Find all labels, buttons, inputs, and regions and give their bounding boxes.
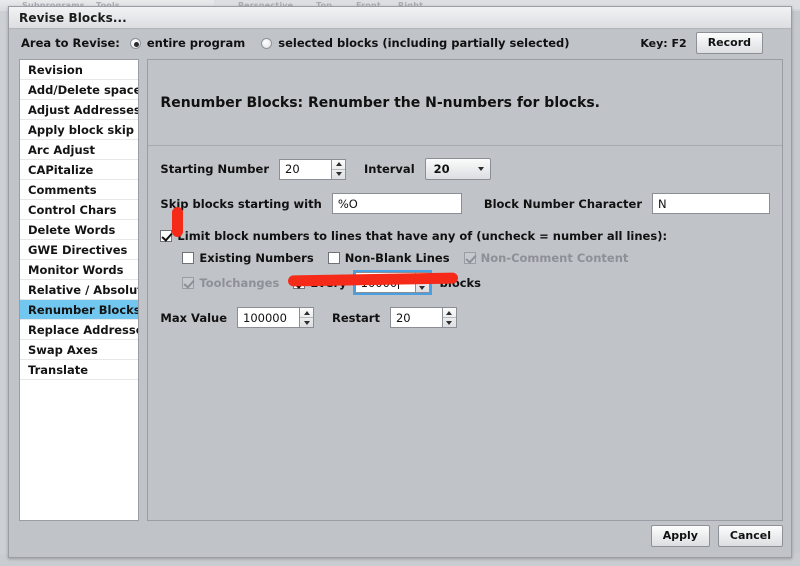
sidebar-item-label: Comments (28, 182, 97, 197)
max-value-spin-up[interactable] (300, 308, 314, 318)
sidebar-item-relative-absolute[interactable]: Relative / Absolute (20, 280, 140, 300)
max-value-input[interactable]: 100000 (237, 307, 300, 328)
sidebar-item-label: Replace Addresses (28, 322, 140, 337)
sidebar-item-label: Delete Words (28, 222, 116, 237)
limit-block-numbers-label: Limit block numbers to lines that have a… (177, 229, 668, 243)
sidebar-item-label: Monitor Words (28, 262, 124, 277)
sidebar-item-capitalize[interactable]: CAPitalize (20, 160, 139, 180)
toolchanges-checkbox (182, 276, 195, 289)
sidebar-item-control-chars[interactable]: Control Chars (20, 200, 139, 220)
sidebar-item-monitor-words[interactable]: Monitor Words (20, 260, 139, 280)
row-starting-number-interval: Starting Number 20 Interval 20 (160, 158, 770, 180)
radio-selected-blocks-label: selected blocks (including partially sel… (278, 36, 570, 50)
toolchanges-label: Toolchanges (199, 275, 280, 290)
apply-button[interactable]: Apply (650, 525, 710, 547)
non-blank-lines-checkbox[interactable] (327, 252, 340, 264)
dialog-title: Revise Blocks... (19, 10, 127, 25)
restart-label: Restart (332, 310, 380, 325)
key-label: Key: F2 (640, 36, 687, 50)
interval-select[interactable]: 20 (424, 158, 491, 180)
main-settings-panel: Renumber Blocks: Renumber the N-numbers … (147, 59, 783, 521)
sidebar-item-renumber-blocks[interactable]: Renumber Blocks (20, 300, 140, 320)
skip-blocks-label: Skip blocks starting with (160, 196, 322, 211)
sidebar-item-revision[interactable]: Revision (20, 60, 139, 80)
limit-block-numbers-checkbox[interactable] (160, 230, 173, 242)
page-title: Renumber Blocks: Renumber the N-numbers … (160, 94, 600, 111)
restart-input[interactable]: 20 (389, 307, 442, 328)
row-sub-options-2: Toolchanges Every 10000 blocks (160, 270, 770, 295)
existing-numbers-checkbox[interactable] (182, 252, 195, 264)
interval-value: 20 (433, 162, 450, 176)
sidebar-item-delete-words[interactable]: Delete Words (20, 220, 139, 240)
block-number-character-label: Block Number Character (483, 196, 642, 211)
row-limit-checkbox: Limit block numbers to lines that have a… (160, 229, 770, 243)
restart-stepper[interactable]: 20 (389, 307, 457, 328)
max-value-label: Max Value (160, 310, 228, 325)
area-to-revise-row: Area to Revise: entire program selected … (9, 29, 791, 57)
sidebar-item-label: Swap Axes (28, 342, 98, 357)
sidebar-item-label: Revision (28, 62, 83, 77)
sidebar-item-gwe-directives[interactable]: GWE Directives (20, 240, 139, 260)
block-number-character-input[interactable]: N (652, 193, 770, 214)
existing-numbers-label: Existing Numbers (199, 251, 314, 265)
starting-number-label: Starting Number (160, 162, 269, 176)
restart-spin-down[interactable] (443, 318, 456, 327)
sidebar-item-label: GWE Directives (28, 242, 128, 257)
max-value-stepper[interactable]: 100000 (237, 307, 315, 328)
sidebar-item-apply-block-skip[interactable]: Apply block skip (/) (20, 120, 139, 140)
starting-number-stepper[interactable]: 20 (279, 158, 346, 180)
radio-entire-program-icon[interactable] (129, 37, 141, 49)
sidebar-item-replace-addresses[interactable]: Replace Addresses (20, 320, 140, 340)
panel-heading-zone: Renumber Blocks: Renumber the N-numbers … (148, 60, 782, 146)
sidebar-item-label: Renumber Blocks (28, 302, 140, 317)
non-comment-content-checkbox (463, 252, 476, 264)
starting-number-spinner[interactable] (331, 158, 346, 180)
sidebar-item-label: Relative / Absolute (28, 282, 140, 297)
record-button[interactable]: Record (695, 32, 763, 54)
sidebar-item-adjust-addresses[interactable]: Adjust Addresses (20, 100, 140, 120)
restart-spin-up[interactable] (442, 308, 456, 318)
sidebar-item-label: CAPitalize (28, 162, 94, 177)
chevron-down-icon (477, 167, 484, 171)
sidebar-item-label: Arc Adjust (28, 142, 95, 157)
row-sub-options-1: Existing Numbers Non-Blank Lines Non-Com… (160, 251, 770, 265)
non-blank-lines-label: Non-Blank Lines (344, 251, 450, 265)
renumber-form: Starting Number 20 Interval 20 Skip bloc… (148, 146, 782, 520)
sidebar-item-label: Adjust Addresses (28, 102, 140, 117)
max-value-spinner[interactable] (299, 307, 315, 328)
sidebar-item-label: Apply block skip (/) (28, 122, 138, 137)
cancel-button[interactable]: Cancel (717, 525, 783, 547)
starting-number-spin-up[interactable] (332, 160, 345, 170)
starting-number-spin-down[interactable] (332, 170, 345, 179)
restart-spinner[interactable] (441, 307, 457, 328)
key-record-group: Key: F2 Record (640, 32, 781, 54)
max-value-spin-down[interactable] (300, 318, 313, 327)
radio-option-selected-blocks[interactable]: selected blocks (including partially sel… (261, 36, 570, 50)
non-comment-content-label: Non-Comment Content (480, 251, 629, 265)
dialog-footer: Apply Cancel (19, 523, 783, 549)
every-blocks-spin-down[interactable] (416, 283, 429, 292)
row-max-value-restart: Max Value 100000 Restart 20 (160, 307, 770, 328)
sidebar-item-label: Control Chars (28, 202, 117, 217)
annotation-red-blob (172, 207, 183, 237)
starting-number-input[interactable]: 20 (279, 158, 331, 180)
background-right-column (792, 11, 800, 566)
sidebar-item-label: Translate (28, 362, 89, 377)
skip-blocks-input[interactable]: %O (331, 193, 462, 214)
sidebar-item-label: Add/Delete spaces (28, 82, 140, 97)
sidebar-item-add-delete-spaces[interactable]: Add/Delete spaces (20, 80, 140, 100)
radio-selected-blocks-icon[interactable] (261, 37, 273, 49)
dialog-titlebar: Revise Blocks... (9, 7, 791, 29)
area-to-revise-label: Area to Revise: (21, 36, 120, 50)
row-skip-blocks: Skip blocks starting with %O Block Numbe… (160, 193, 770, 214)
dialog-body: Revision Add/Delete spaces Adjust Addresse… (19, 59, 783, 521)
sidebar-item-arc-adjust[interactable]: Arc Adjust (20, 140, 139, 160)
revision-category-list[interactable]: Revision Add/Delete spaces Adjust Addresse… (19, 59, 140, 521)
radio-entire-program-label: entire program (146, 36, 246, 50)
radio-option-entire-program[interactable]: entire program (129, 36, 246, 50)
sidebar-item-swap-axes[interactable]: Swap Axes (20, 340, 139, 360)
sidebar-item-translate[interactable]: Translate (20, 360, 139, 380)
interval-label: Interval (364, 162, 415, 176)
sidebar-item-comments[interactable]: Comments (20, 180, 139, 200)
